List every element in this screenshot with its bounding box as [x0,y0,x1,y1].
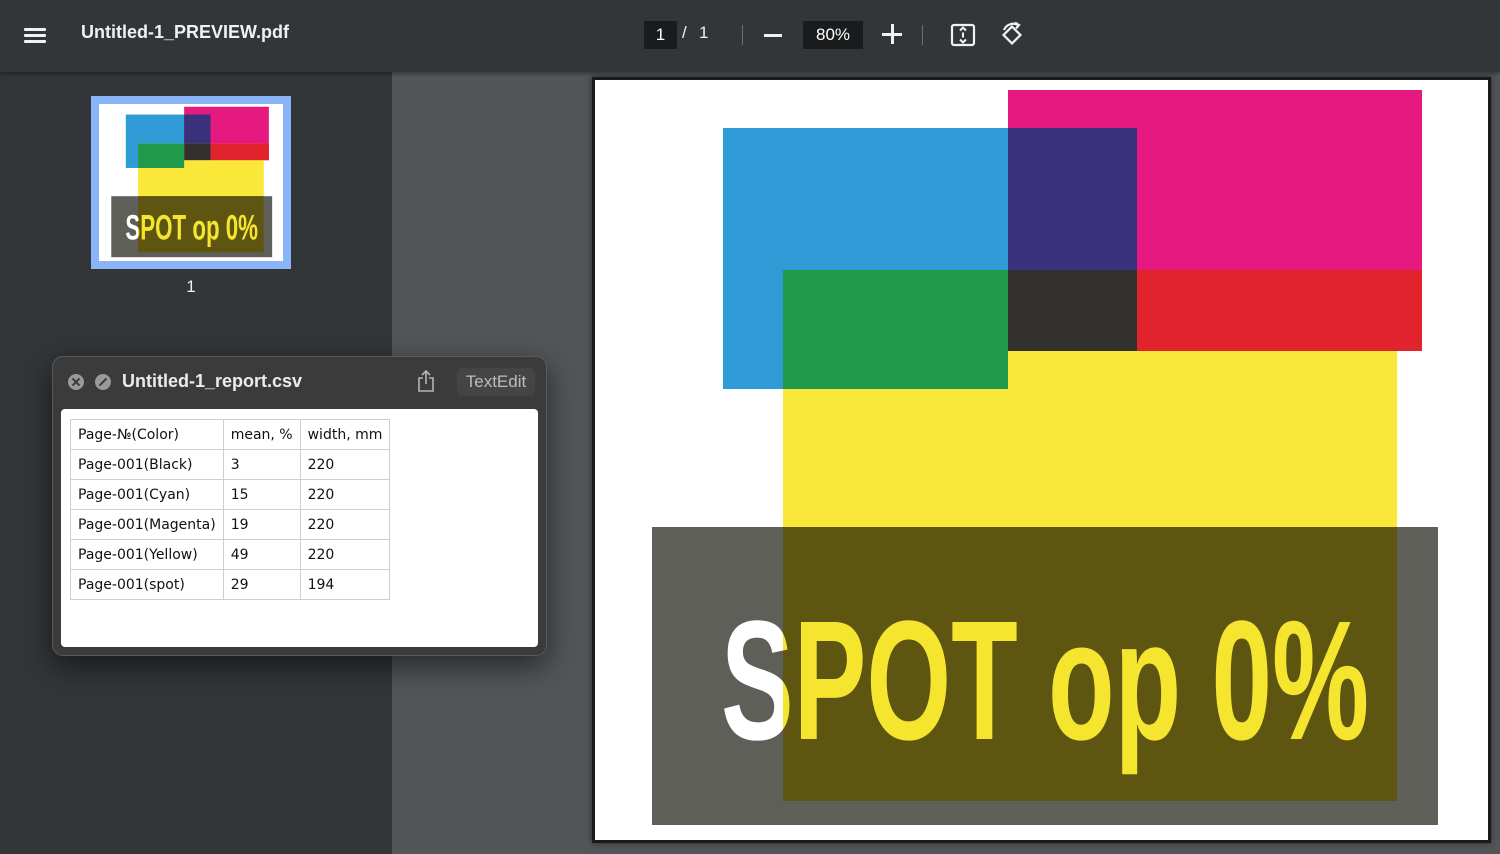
table-cell: Page-001(Magenta) [70,509,224,540]
table-cell: 220 [299,539,391,570]
pdf-toolbar: Untitled-1_PREVIEW.pdf 1 / 1 80% [0,0,1500,72]
table-cell: 3 [222,449,301,480]
header-cell: width, mm [299,419,391,450]
table-row: Page-001(Yellow) 49 220 [70,539,391,570]
table-cell: 15 [222,479,301,510]
fit-to-page-icon[interactable] [950,22,976,48]
table-cell: Page-001(Cyan) [70,479,224,510]
table-cell: 19 [222,509,301,540]
table-row: Page-001(Black) 3 220 [70,449,391,480]
page-total: 1 [699,23,709,42]
toolbar-divider [922,25,923,45]
csv-table: Page-№(Color) mean, % width, mm Page-001… [70,419,391,600]
page-number-input[interactable]: 1 [644,21,677,49]
table-header-row: Page-№(Color) mean, % width, mm [70,419,391,450]
table-row: Page-001(Magenta) 19 220 [70,509,391,540]
spot-text: SPOT op 0% [721,586,1369,776]
page-artwork: SPOT op 0% SPOT op 0% [652,90,1438,825]
thumbnail-page-preview: SPOT op 0% SPOT op 0% [99,104,283,261]
table-cell: Page-001(spot) [70,569,224,600]
dark-overlap [1008,270,1137,351]
header-cell: Page-№(Color) [70,419,224,450]
hamburger-menu-icon[interactable] [24,26,48,46]
textedit-window: Untitled-1_report.csv TextEdit Page-№(Co… [52,356,547,656]
table-cell: Page-001(Black) [70,449,224,480]
page-separator: / [682,23,687,42]
plus-icon[interactable] [882,24,902,44]
pdf-page: SPOT op 0% SPOT op 0% [592,77,1491,843]
table-cell: 29 [222,569,301,600]
toolbar-divider [742,25,743,45]
open-in-textedit-button[interactable]: TextEdit [457,368,535,396]
table-cell: 194 [299,569,391,600]
table-row: Page-001(spot) 29 194 [70,569,391,600]
minus-icon[interactable] [764,34,782,37]
navy-overlap [1008,128,1137,270]
table-cell: 49 [222,539,301,570]
table-cell: 220 [299,449,391,480]
disabled-minimize-icon [95,374,111,390]
rotate-counterclockwise-icon[interactable] [998,21,1026,49]
thumbnail-page-label: 1 [186,277,196,296]
thumbnail-spot-text: SPOT op 0% [125,210,258,248]
thumbnail-artwork: SPOT op 0% SPOT op 0% [111,106,273,258]
table-cell: 220 [299,479,391,510]
share-icon[interactable] [416,369,436,393]
table-cell: 220 [299,509,391,540]
header-cell: mean, % [222,419,301,450]
page-thumbnail[interactable]: SPOT op 0% SPOT op 0% [91,96,291,269]
green-overlap [783,270,1008,389]
textedit-title: Untitled-1_report.csv [122,371,303,391]
document-title: Untitled-1_PREVIEW.pdf [81,22,290,42]
zoom-level-input[interactable]: 80% [803,21,863,49]
red-overlap [1137,270,1422,351]
csv-content: Page-№(Color) mean, % width, mm Page-001… [61,409,538,647]
table-cell: Page-001(Yellow) [70,539,224,570]
table-row: Page-001(Cyan) 15 220 [70,479,391,510]
close-icon[interactable] [68,374,84,390]
